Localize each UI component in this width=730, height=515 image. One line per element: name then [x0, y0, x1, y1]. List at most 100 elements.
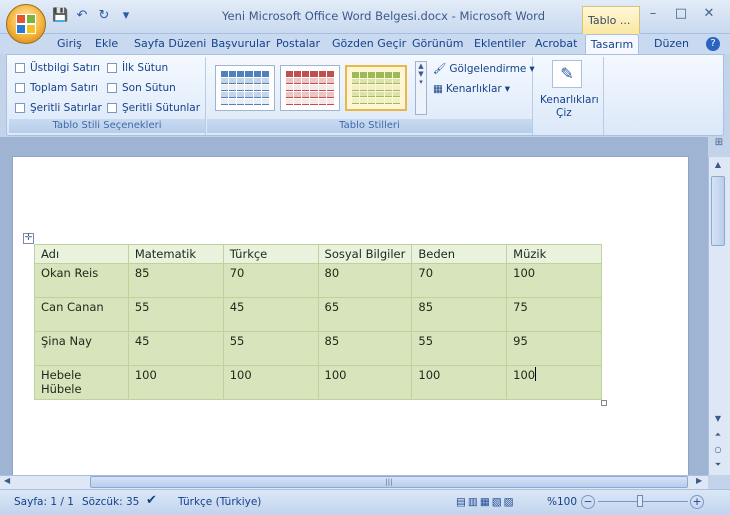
zoom-slider-thumb[interactable] — [637, 495, 643, 507]
checkbox-box[interactable] — [107, 63, 117, 73]
language[interactable]: Türkçe (Türkiye) — [178, 496, 261, 508]
table-row: Hebele Hübele 100 100 100 100 100 — [34, 365, 602, 400]
gallery-scroll[interactable]: ▲ ▼ ▾ — [415, 61, 427, 115]
table-cell[interactable]: 80 — [317, 263, 413, 298]
checkbox-banded-rows[interactable]: Şeritli Satırlar — [15, 102, 102, 114]
checkbox-total-row[interactable]: Toplam Satırı — [15, 82, 98, 94]
table-cell[interactable]: Can Canan — [34, 297, 129, 332]
tab-duzen[interactable]: Düzen — [654, 37, 689, 50]
table-cell[interactable]: 55 — [411, 331, 508, 366]
horizontal-scroll-thumb[interactable]: ||| — [90, 476, 688, 488]
table-header-cell[interactable]: Beden — [411, 244, 508, 264]
table-cell[interactable]: 100 — [127, 365, 224, 400]
table-cell[interactable]: 70 — [411, 263, 508, 298]
table-header-cell[interactable]: Matematik — [127, 244, 224, 264]
minimize-button[interactable]: – — [640, 5, 666, 23]
proofing-icon[interactable]: ✔ — [146, 493, 157, 508]
office-logo-icon — [16, 14, 36, 34]
checkbox-last-column[interactable]: Son Sütun — [107, 82, 176, 94]
checkbox-box[interactable] — [107, 103, 117, 113]
table-cell[interactable]: 100 — [317, 365, 413, 400]
swatch-cell — [360, 78, 368, 85]
table-cell[interactable]: 100 — [506, 365, 602, 400]
shading-button[interactable]: 🖌 Gölgelendirme ▾ — [433, 62, 535, 76]
customize-qat-icon[interactable]: ▾ — [118, 8, 134, 24]
draw-borders-label-2[interactable]: Çiz — [556, 107, 572, 119]
table-resize-handle[interactable] — [601, 400, 607, 406]
word-count[interactable]: Sözcük: 35 — [82, 496, 139, 508]
tab-acrobat[interactable]: Acrobat — [535, 37, 577, 50]
tab-ekle[interactable]: Ekle — [95, 37, 118, 50]
office-button[interactable] — [6, 4, 46, 44]
table-cell[interactable]: 85 — [127, 263, 224, 298]
maximize-button[interactable]: □ — [668, 5, 694, 23]
table-move-handle-icon[interactable]: ✛ — [23, 233, 34, 244]
table-header-cell[interactable]: Müzik — [506, 244, 602, 264]
table-cell[interactable]: 45 — [222, 297, 319, 332]
page-count[interactable]: Sayfa: 1 / 1 — [14, 496, 74, 508]
table-style-green[interactable] — [345, 65, 407, 111]
table-style-blue[interactable] — [215, 65, 275, 111]
table-cell[interactable]: 75 — [506, 297, 602, 332]
checkbox-box[interactable] — [107, 83, 117, 93]
scroll-left-icon[interactable]: ◀ — [4, 476, 10, 485]
table-header-cell[interactable]: Türkçe — [222, 244, 319, 264]
table-style-red[interactable] — [280, 65, 340, 111]
zoom-out-button[interactable]: − — [581, 495, 595, 509]
swatch-cell — [384, 91, 392, 98]
tab-gozden-gecir[interactable]: Gözden Geçir — [332, 37, 406, 50]
borders-button[interactable]: ▦ Kenarlıklar ▾ — [433, 83, 510, 95]
checkbox-first-column[interactable]: İlk Sütun — [107, 62, 168, 74]
table-cell[interactable]: 85 — [411, 297, 508, 332]
close-button[interactable]: ✕ — [696, 5, 722, 23]
table-cell[interactable]: 100 — [222, 365, 319, 400]
table-cell[interactable]: Okan Reis — [34, 263, 129, 298]
view-buttons-icon[interactable]: ▤▥▦▧▨ — [456, 496, 516, 508]
next-page-icon[interactable]: ⏷ — [711, 460, 725, 470]
tab-sayfa-duzeni[interactable]: Sayfa Düzeni — [134, 37, 206, 50]
scroll-down-icon[interactable]: ▼ — [711, 414, 725, 423]
ruler-toggle-icon[interactable]: ⊞ — [708, 137, 730, 157]
redo-icon[interactable]: ↻ — [96, 8, 112, 24]
tab-tasarim[interactable]: Tasarım — [585, 34, 639, 55]
swatch-cell — [392, 78, 400, 85]
document-table[interactable]: Adı Matematik Türkçe Sosyal Bilgiler Bed… — [34, 244, 602, 400]
previous-page-icon[interactable]: ⏶ — [711, 430, 725, 440]
zoom-in-button[interactable]: + — [690, 495, 704, 509]
checkbox-box[interactable] — [15, 103, 25, 113]
scroll-up-icon[interactable]: ▲ — [711, 160, 725, 169]
zoom-level[interactable]: %100 — [547, 496, 577, 508]
tab-eklentiler[interactable]: Eklentiler — [474, 37, 526, 50]
vertical-scroll-thumb[interactable] — [711, 176, 725, 246]
table-cell[interactable]: 45 — [127, 331, 224, 366]
table-cell[interactable]: 65 — [317, 297, 413, 332]
checkbox-banded-columns[interactable]: Şeritli Sütunlar — [107, 102, 200, 114]
tab-giris[interactable]: Giriş — [57, 37, 82, 50]
undo-icon[interactable]: ↶ — [74, 8, 90, 24]
draw-borders-label[interactable]: Kenarlıkları — [540, 94, 599, 106]
save-icon[interactable]: 💾 — [52, 8, 68, 24]
zoom-slider-track[interactable] — [598, 501, 688, 502]
table-cell[interactable]: Şina Nay — [34, 331, 129, 366]
tab-gorunum[interactable]: Görünüm — [412, 37, 463, 50]
table-cell[interactable]: 70 — [222, 263, 319, 298]
tab-basvurular[interactable]: Başvurular — [211, 37, 270, 50]
checkbox-header-row[interactable]: Üstbilgi Satırı — [15, 62, 100, 74]
checkbox-box[interactable] — [15, 83, 25, 93]
tab-postalar[interactable]: Postalar — [276, 37, 320, 50]
table-cell[interactable]: 100 — [506, 263, 602, 298]
table-cell[interactable]: 85 — [317, 331, 413, 366]
table-header-cell[interactable]: Adı — [34, 244, 129, 264]
table-cell[interactable]: 95 — [506, 331, 602, 366]
browse-object-icon[interactable]: ○ — [711, 445, 725, 454]
checkbox-box[interactable] — [15, 63, 25, 73]
table-cell[interactable]: 55 — [127, 297, 224, 332]
scroll-right-icon[interactable]: ▶ — [696, 476, 702, 485]
table-cell[interactable]: 100 — [411, 365, 508, 400]
swatch-cell — [294, 78, 302, 84]
help-icon[interactable]: ? — [706, 37, 720, 51]
table-cell[interactable]: Hebele Hübele — [34, 365, 129, 400]
pencil-icon[interactable]: ✎ — [552, 60, 582, 88]
table-header-cell[interactable]: Sosyal Bilgiler — [317, 244, 413, 264]
table-cell[interactable]: 55 — [222, 331, 319, 366]
